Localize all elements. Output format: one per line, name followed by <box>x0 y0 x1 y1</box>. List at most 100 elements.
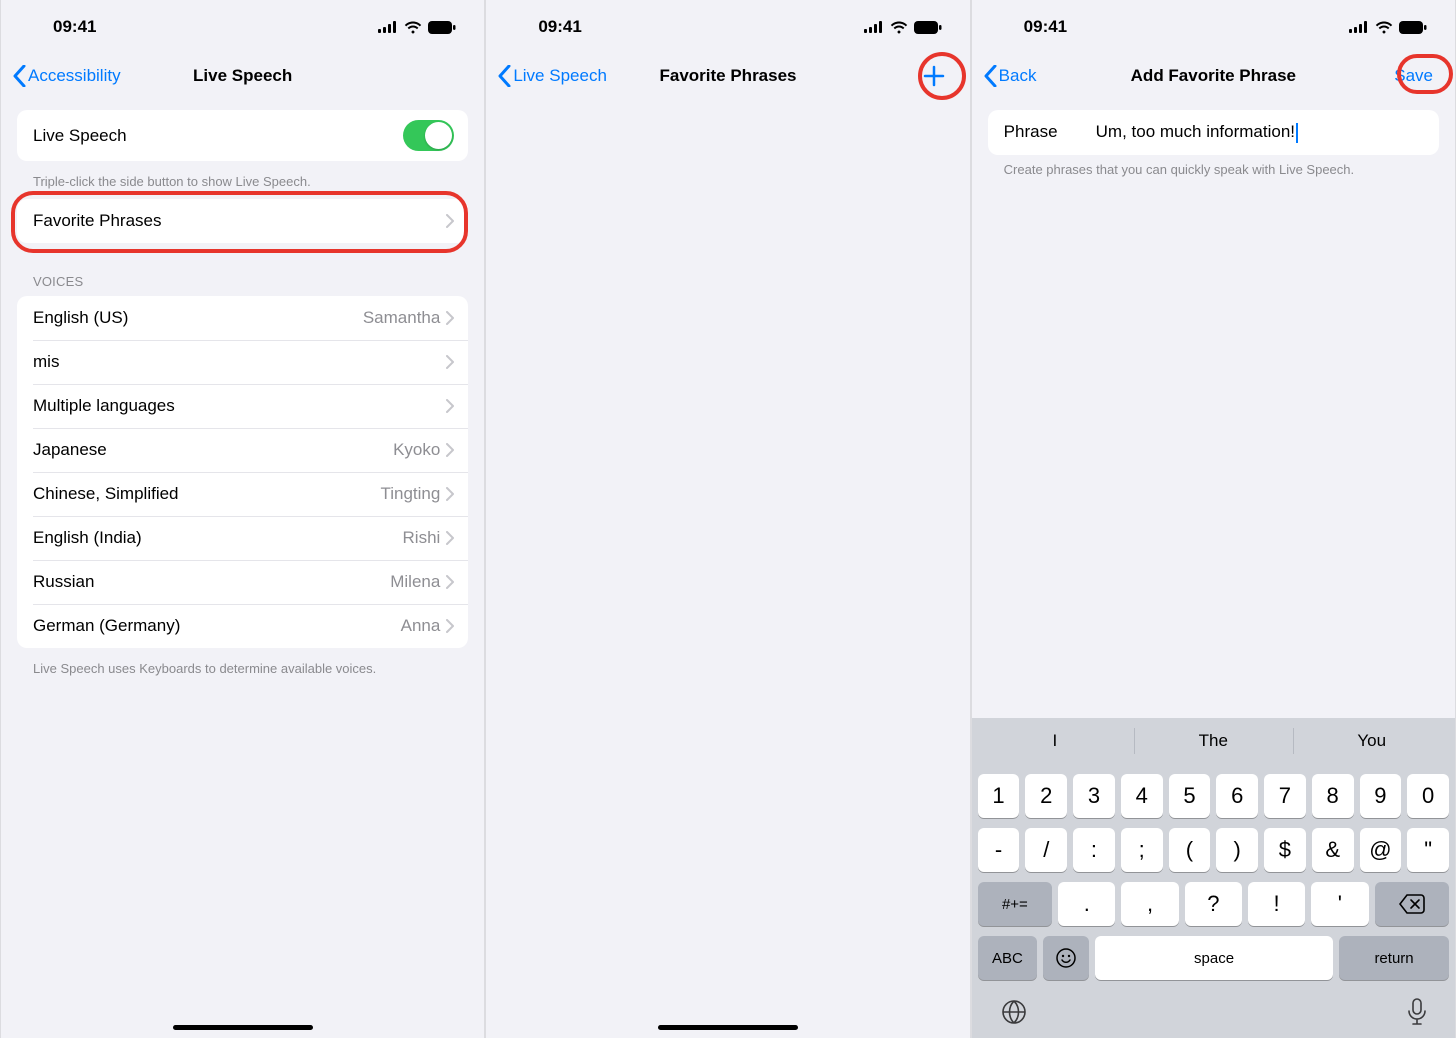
screen-favorite-phrases: 09:41 Live Speech Favorite Phrases <box>485 0 970 1038</box>
voices-header: Voices <box>1 249 484 297</box>
status-icons <box>864 21 942 34</box>
back-button[interactable]: Live Speech <box>494 61 611 91</box>
home-indicator <box>173 1025 313 1030</box>
add-button[interactable] <box>916 62 952 90</box>
chevron-right-icon <box>446 443 454 457</box>
chevron-left-icon <box>984 65 997 87</box>
key[interactable]: & <box>1312 828 1354 872</box>
nav-bar: Live Speech Favorite Phrases <box>486 54 969 98</box>
key[interactable]: 4 <box>1121 774 1163 818</box>
key[interactable]: 9 <box>1360 774 1402 818</box>
mic-icon <box>1407 998 1427 1026</box>
battery-icon <box>1399 21 1427 34</box>
chevron-right-icon <box>446 531 454 545</box>
favorite-phrases-row[interactable]: Favorite Phrases <box>17 199 468 243</box>
voice-name: Russian <box>33 572 390 592</box>
key-space[interactable]: space <box>1095 936 1333 980</box>
voice-detail: Anna <box>401 616 441 636</box>
voice-row[interactable]: English (US)Samantha <box>17 296 468 340</box>
favorite-group: Favorite Phrases <box>17 199 468 243</box>
dictation-button[interactable] <box>1407 998 1427 1026</box>
key-apostrophe[interactable]: ' <box>1311 882 1368 926</box>
voice-row[interactable]: JapaneseKyoko <box>17 428 468 472</box>
key[interactable]: ) <box>1216 828 1258 872</box>
voice-detail: Samantha <box>363 308 441 328</box>
phrase-field-value[interactable]: Um, too much information! <box>1096 122 1423 143</box>
key-emoji[interactable] <box>1043 936 1089 980</box>
key-exclaim[interactable]: ! <box>1248 882 1305 926</box>
voice-row[interactable]: mis <box>17 340 468 384</box>
key[interactable]: 1 <box>978 774 1020 818</box>
chevron-right-icon <box>446 214 454 228</box>
toggle-group: Live Speech <box>17 110 468 161</box>
voice-row[interactable]: German (Germany)Anna <box>17 604 468 648</box>
content: Phrase Um, too much information! Create … <box>972 98 1455 718</box>
voice-name: mis <box>33 352 446 372</box>
globe-icon <box>1000 998 1028 1026</box>
key[interactable]: 2 <box>1025 774 1067 818</box>
key-question[interactable]: ? <box>1185 882 1242 926</box>
status-time: 09:41 <box>538 17 581 37</box>
status-time: 09:41 <box>53 17 96 37</box>
key[interactable]: $ <box>1264 828 1306 872</box>
wifi-icon <box>890 21 908 34</box>
chevron-right-icon <box>446 619 454 633</box>
wifi-icon <box>1375 21 1393 34</box>
wifi-icon <box>404 21 422 34</box>
globe-button[interactable] <box>1000 998 1028 1026</box>
key[interactable]: / <box>1025 828 1067 872</box>
key-comma[interactable]: , <box>1121 882 1178 926</box>
key[interactable]: - <box>978 828 1020 872</box>
key-mode[interactable]: #+= <box>978 882 1052 926</box>
voice-name: English (US) <box>33 308 363 328</box>
key[interactable]: 5 <box>1169 774 1211 818</box>
key-return[interactable]: return <box>1339 936 1449 980</box>
chevron-right-icon <box>446 399 454 413</box>
live-speech-toggle-row[interactable]: Live Speech <box>17 110 468 161</box>
voice-row[interactable]: Multiple languages <box>17 384 468 428</box>
text-caret <box>1296 123 1298 143</box>
chevron-right-icon <box>446 487 454 501</box>
status-icons <box>378 21 456 34</box>
voice-detail: Tingting <box>380 484 440 504</box>
back-button[interactable]: Back <box>980 61 1041 91</box>
voice-row[interactable]: English (India)Rishi <box>17 516 468 560</box>
key[interactable]: ; <box>1121 828 1163 872</box>
voice-row[interactable]: RussianMilena <box>17 560 468 604</box>
back-button[interactable]: Accessibility <box>9 61 125 91</box>
cellular-icon <box>864 21 884 33</box>
key[interactable]: : <box>1073 828 1115 872</box>
voice-row[interactable]: Chinese, SimplifiedTingting <box>17 472 468 516</box>
toggle-label: Live Speech <box>33 126 403 146</box>
save-button[interactable]: Save <box>1388 64 1439 88</box>
key[interactable]: 0 <box>1407 774 1449 818</box>
key[interactable]: @ <box>1360 828 1402 872</box>
status-icons <box>1349 21 1427 34</box>
key[interactable]: ( <box>1169 828 1211 872</box>
cellular-icon <box>378 21 398 33</box>
emoji-icon <box>1055 947 1077 969</box>
key-abc[interactable]: ABC <box>978 936 1038 980</box>
suggestion-3[interactable]: You <box>1293 718 1451 764</box>
plus-icon <box>922 64 946 88</box>
key[interactable]: 7 <box>1264 774 1306 818</box>
key[interactable]: 3 <box>1073 774 1115 818</box>
nav-bar: Back Add Favorite Phrase Save <box>972 54 1455 98</box>
key[interactable]: 8 <box>1312 774 1354 818</box>
phrase-field-label: Phrase <box>1004 122 1096 142</box>
keyboard: I The You 1234567890 -/:;()$&@" #+= . , … <box>972 718 1455 1038</box>
phrase-field-row[interactable]: Phrase Um, too much information! <box>988 110 1439 155</box>
key-backspace[interactable] <box>1375 882 1449 926</box>
voices-group: English (US)Samantha mis Multiple language… <box>17 296 468 648</box>
suggestion-1[interactable]: I <box>976 718 1134 764</box>
chevron-left-icon <box>13 65 26 87</box>
key[interactable]: 6 <box>1216 774 1258 818</box>
suggestion-2[interactable]: The <box>1134 718 1292 764</box>
voice-detail: Kyoko <box>393 440 440 460</box>
live-speech-toggle[interactable] <box>403 120 454 151</box>
key[interactable]: " <box>1407 828 1449 872</box>
status-bar: 09:41 <box>972 0 1455 54</box>
key-row-2: -/:;()$&@" <box>976 828 1451 872</box>
status-time: 09:41 <box>1024 17 1067 37</box>
key-period[interactable]: . <box>1058 882 1115 926</box>
